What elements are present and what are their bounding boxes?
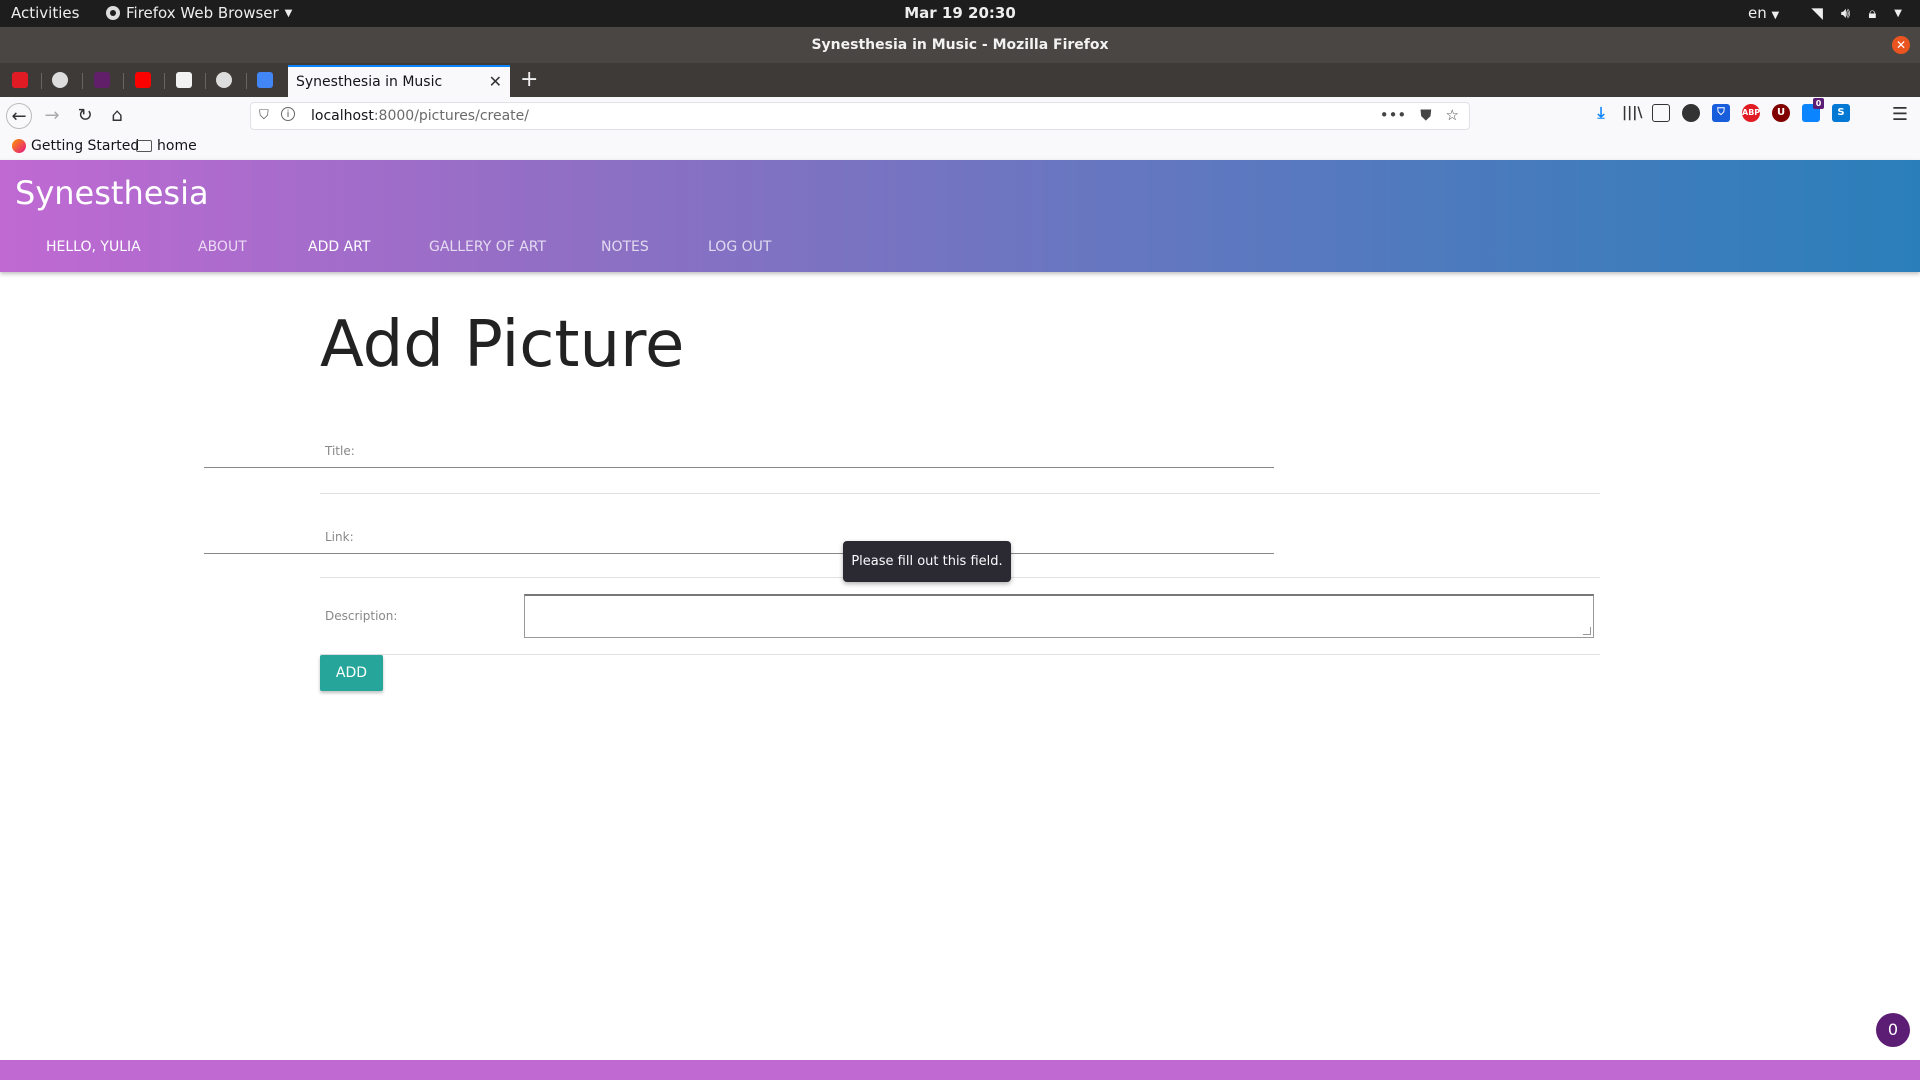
tab-separator [123,73,124,89]
url-host: localhost [311,108,374,124]
tab-label: Synesthesia in Music [296,74,443,90]
link-input[interactable] [204,524,1274,554]
adblock-icon[interactable]: ABP [1742,104,1760,122]
wifi-icon: ◥ [1811,4,1823,22]
url-bar[interactable]: ⛉ i localhost:8000/pictures/create/ ••• … [250,102,1470,130]
pinned-tab-github-icon[interactable] [216,72,232,88]
pinned-tab-docs-icon[interactable] [257,72,273,88]
bookmark-star-icon[interactable]: ☆ [1446,106,1459,124]
chevron-down-icon: ▼ [1894,7,1902,19]
ublock-icon[interactable]: U [1772,104,1790,122]
description-textarea[interactable] [524,594,1594,638]
description-label: Description: [325,609,398,623]
navigation-bar: ← → ↻ ⌂ ⛉ i localhost:8000/pictures/crea… [0,97,1920,135]
firefox-icon [12,139,26,153]
bitwarden-icon[interactable]: ⛉ [1712,104,1730,122]
account-icon[interactable] [1682,104,1700,122]
pinned-tab-github-icon[interactable] [52,72,68,88]
tab-separator [246,73,247,89]
downloads-icon[interactable]: ⤓ [1592,104,1610,122]
sidebar-icon[interactable] [1652,104,1670,122]
window-title-bar: Synesthesia in Music - Mozilla Firefox ✕ [0,27,1920,63]
resize-handle-icon[interactable] [1583,627,1591,635]
chevron-down-icon: ▼ [284,7,293,19]
extension-icon[interactable]: 0 [1802,98,1824,122]
url-path: :8000/pictures/create/ [373,108,529,124]
system-tray[interactable]: ◥ 🔊︎ 🔒︎ ▼ [1811,4,1902,22]
activities-button[interactable]: Activities [11,4,79,22]
pinned-tab-gmail-icon[interactable] [12,72,28,88]
back-button[interactable]: ← [6,103,32,129]
clock[interactable]: Mar 19 20:30 [904,4,1016,22]
page-title: Add Picture [320,308,685,382]
info-icon[interactable]: i [281,107,295,121]
app-menu-label: Firefox Web Browser [126,4,279,22]
menu-icon[interactable]: ☰ [1892,104,1908,125]
add-button[interactable]: ADD [320,655,383,691]
tab-separator [41,73,42,89]
nav-log-out[interactable]: LOG OUT [708,239,771,255]
pinned-tab-youtube-icon[interactable] [135,72,151,88]
language-label: en [1748,4,1767,22]
pinned-tab-calendar-icon[interactable] [176,72,192,88]
library-icon[interactable]: |||\ [1622,104,1642,122]
site-header: Synesthesia HELLO, YULIA ABOUT ADD ART G… [0,160,1920,272]
window-title: Synesthesia in Music - Mozilla Firefox [811,37,1109,53]
url-text[interactable]: localhost:8000/pictures/create/ [311,108,529,124]
footer [0,1060,1920,1080]
nav-gallery-of-art[interactable]: GALLERY OF ART [429,239,546,255]
close-window-button[interactable]: ✕ [1892,36,1910,54]
extension-badge: 0 [1813,98,1824,109]
bookmarks-bar: Getting Started home [0,135,1920,160]
nav-hello-user[interactable]: HELLO, YULIA [46,239,141,255]
volume-icon: 🔊︎ [1840,4,1851,22]
folder-icon [136,140,152,152]
tab-synesthesia[interactable]: Synesthesia in Music ✕ [288,65,510,97]
pocket-icon[interactable]: ⛊ [1420,106,1431,124]
firefox-icon [106,6,120,20]
bookmark-label: Getting Started [31,138,140,154]
language-indicator[interactable]: en ▼ [1748,4,1779,22]
form-row-title: Title: [204,418,1600,494]
app-menu[interactable]: Firefox Web Browser ▼ [106,4,292,22]
tab-separator [164,73,165,89]
tab-strip: Synesthesia in Music ✕ + [0,63,1920,97]
home-button[interactable]: ⌂ [104,103,130,129]
bookmark-label: home [157,138,197,154]
close-tab-icon[interactable]: ✕ [489,72,502,91]
form-row-description: Description: [320,578,1600,655]
title-input[interactable] [204,438,1274,468]
pinned-tab-slack-icon[interactable] [94,72,110,88]
tab-separator [82,73,83,89]
shield-icon[interactable]: ⛉ [259,108,269,123]
nav-about[interactable]: ABOUT [198,239,247,255]
forward-button[interactable]: → [39,103,65,129]
page-actions-icon[interactable]: ••• [1380,106,1407,124]
bookmark-getting-started[interactable]: Getting Started [12,138,139,154]
nav-notes[interactable]: NOTES [601,239,649,255]
nav-add-art[interactable]: ADD ART [308,239,370,255]
chevron-down-icon: ▼ [1771,10,1780,21]
toolbar-icons: ⤓ |||\ ⛉ ABP U 0 S [1592,98,1850,122]
validation-tooltip: Please fill out this field. [843,541,1011,582]
bookmark-folder-home[interactable]: home [136,138,197,154]
skype-icon[interactable]: S [1832,104,1850,122]
system-top-bar: Activities Firefox Web Browser ▼ Mar 19 … [0,0,1920,27]
reload-button[interactable]: ↻ [72,103,98,129]
lock-icon: 🔒︎ [1868,4,1877,22]
tab-separator [205,73,206,89]
new-tab-button[interactable]: + [520,67,538,92]
notification-badge[interactable]: 0 [1876,1013,1910,1047]
site-logo[interactable]: Synesthesia [15,174,209,212]
